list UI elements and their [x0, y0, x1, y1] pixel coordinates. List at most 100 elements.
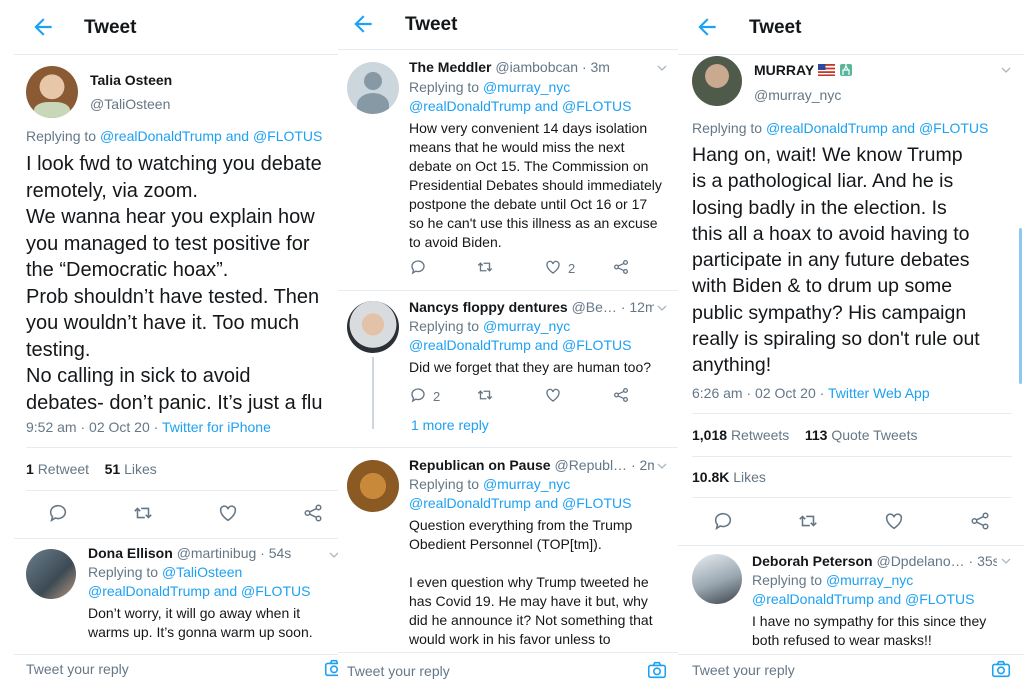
share-icon[interactable] [612, 258, 630, 276]
mention-link[interactable]: @FLOTUS [562, 98, 631, 114]
mention-link[interactable]: @murray_nyc [826, 572, 913, 588]
quote-tweets-stat[interactable]: 113 Quote Tweets [805, 427, 918, 443]
author-handle[interactable]: @murray_nyc [754, 87, 841, 103]
share-icon[interactable] [612, 386, 630, 404]
reply-text: Don’t worry, it will go away when it war… [88, 605, 313, 640]
timestamp: 9:52 am · 02 Oct 20 · [26, 419, 159, 435]
mention-link[interactable]: @FLOTUS [241, 583, 310, 599]
chevron-down-icon[interactable] [1000, 555, 1012, 567]
likes-stat[interactable]: 51 Likes [105, 461, 157, 477]
back-arrow-icon[interactable] [30, 14, 56, 40]
scrollbar[interactable] [1019, 228, 1022, 384]
timestamp-line: 9:52 am · 02 Oct 20 · Twitter for iPhone [26, 419, 271, 435]
retweets-stat[interactable]: 1 Retweet [26, 461, 89, 477]
reply-composer[interactable]: Tweet your reply [14, 654, 341, 683]
top-bar: Tweet [338, 0, 680, 50]
reply-tweet[interactable]: Dona Ellison @martinibug · 54s Replying … [14, 539, 341, 655]
mention-link[interactable]: @FLOTUS [905, 591, 974, 607]
reply-icon[interactable] [47, 502, 69, 524]
avatar[interactable] [692, 56, 742, 106]
mention-link[interactable]: @realDonaldTrump [100, 128, 222, 144]
mention-link[interactable]: @realDonaldTrump [752, 591, 874, 607]
avatar[interactable] [692, 554, 742, 604]
chevron-down-icon[interactable] [656, 302, 668, 314]
replying-to-line: Replying to @murray_nyc [409, 318, 571, 334]
mention-link[interactable]: @murray_nyc [483, 476, 570, 492]
mention-link[interactable]: @TaliOsteen [162, 564, 242, 580]
reply-input[interactable]: Tweet your reply [347, 663, 450, 679]
reply-input[interactable]: Tweet your reply [26, 661, 129, 677]
reply-tweet[interactable]: Nancys floppy dentures @Be… · 12m Replyi… [338, 291, 680, 446]
mention-link[interactable]: @realDonaldTrump [88, 583, 210, 599]
mention-link[interactable]: @FLOTUS [562, 337, 631, 353]
top-bar: Tweet [14, 0, 341, 55]
back-arrow-icon[interactable] [350, 11, 376, 37]
like-count: 2 [568, 261, 576, 276]
reply-composer[interactable]: Tweet your reply [678, 654, 1024, 683]
reply-author-name[interactable]: The Meddler [409, 59, 491, 75]
mention-link[interactable]: @realDonaldTrump [409, 98, 531, 114]
share-icon[interactable] [302, 502, 324, 524]
page-title: Tweet [405, 14, 458, 35]
mention-link[interactable]: @FLOTUS [919, 120, 988, 136]
reply-author-name[interactable]: Deborah Peterson [752, 553, 873, 569]
retweet-icon[interactable] [476, 386, 494, 404]
reply-composer[interactable]: Tweet your reply [338, 652, 680, 683]
reply-tweet[interactable]: The Meddler @iambobcan · 3m Replying to … [338, 50, 680, 290]
retweet-icon[interactable] [797, 510, 819, 532]
avatar[interactable] [347, 460, 399, 512]
reply-author-name[interactable]: Republican on Pause [409, 457, 551, 473]
avatar[interactable] [347, 62, 399, 114]
replying-to-line: Replying to @realDonaldTrump and @FLOTUS [26, 128, 323, 144]
avatar[interactable] [26, 66, 78, 118]
reply-tweet[interactable]: Deborah Peterson @Dpdelano… · 35s Replyi… [678, 546, 1024, 654]
like-icon[interactable] [544, 386, 562, 404]
statue-of-liberty-icon [839, 64, 852, 76]
reply-tweet[interactable]: Republican on Pause @Republ… · 2m Replyi… [338, 448, 680, 655]
mention-link[interactable]: @realDonaldTrump [409, 495, 531, 511]
like-icon[interactable] [217, 502, 239, 524]
chevron-down-icon[interactable] [656, 62, 668, 74]
reply-icon[interactable] [712, 510, 734, 532]
thread-line [372, 357, 374, 429]
mention-link[interactable]: @FLOTUS [253, 128, 322, 144]
reply-handle-time: @martinibug · 54s [176, 545, 292, 561]
tweet-text: Hang on, wait! We know Trump is a pathol… [692, 144, 980, 377]
reply-author-name[interactable]: Dona Ellison [88, 545, 173, 561]
camera-icon[interactable] [646, 659, 668, 681]
engagement-stats: 1 Retweet 51 Likes [26, 461, 157, 477]
chevron-down-icon[interactable] [1000, 64, 1012, 76]
mention-link[interactable]: @realDonaldTrump [766, 120, 888, 136]
reply-author-name[interactable]: Nancys floppy dentures [409, 299, 568, 315]
retweet-icon[interactable] [132, 502, 154, 524]
retweet-icon[interactable] [476, 258, 494, 276]
avatar[interactable] [347, 301, 399, 353]
author-name[interactable]: Talia Osteen [90, 72, 172, 88]
like-icon[interactable] [544, 258, 562, 276]
reply-input[interactable]: Tweet your reply [692, 662, 795, 678]
more-replies-link[interactable]: 1 more reply [411, 417, 489, 433]
avatar[interactable] [26, 549, 76, 599]
mention-link[interactable]: @realDonaldTrump [409, 337, 531, 353]
reply-handle-time: @Dpdelano… · 35s [876, 553, 997, 569]
back-arrow-icon[interactable] [694, 14, 720, 40]
likes-stat[interactable]: 10.8K Likes [692, 469, 766, 485]
timestamp: 6:26 am · 02 Oct 20 · [692, 385, 825, 401]
reply-count: 2 [433, 389, 441, 404]
author-name[interactable]: MURRAY [754, 62, 814, 78]
reply-icon[interactable] [409, 258, 427, 276]
chevron-down-icon[interactable] [656, 460, 668, 472]
reply-icon[interactable] [409, 386, 427, 404]
share-icon[interactable] [969, 510, 991, 532]
source-link[interactable]: Twitter Web App [828, 385, 930, 401]
mention-link[interactable]: @murray_nyc [483, 79, 570, 95]
like-icon[interactable] [883, 510, 905, 532]
retweets-stat[interactable]: 1,018 Retweets [692, 427, 789, 443]
author-handle[interactable]: @TaliOsteen [90, 96, 170, 112]
camera-icon[interactable] [990, 658, 1012, 680]
mention-link[interactable]: @murray_nyc [483, 318, 570, 334]
replying-to-line: Replying to @murray_nyc [752, 572, 914, 588]
replying-to-line: Replying to @murray_nyc [409, 476, 571, 492]
mention-link[interactable]: @FLOTUS [562, 495, 631, 511]
source-link[interactable]: Twitter for iPhone [162, 419, 271, 435]
